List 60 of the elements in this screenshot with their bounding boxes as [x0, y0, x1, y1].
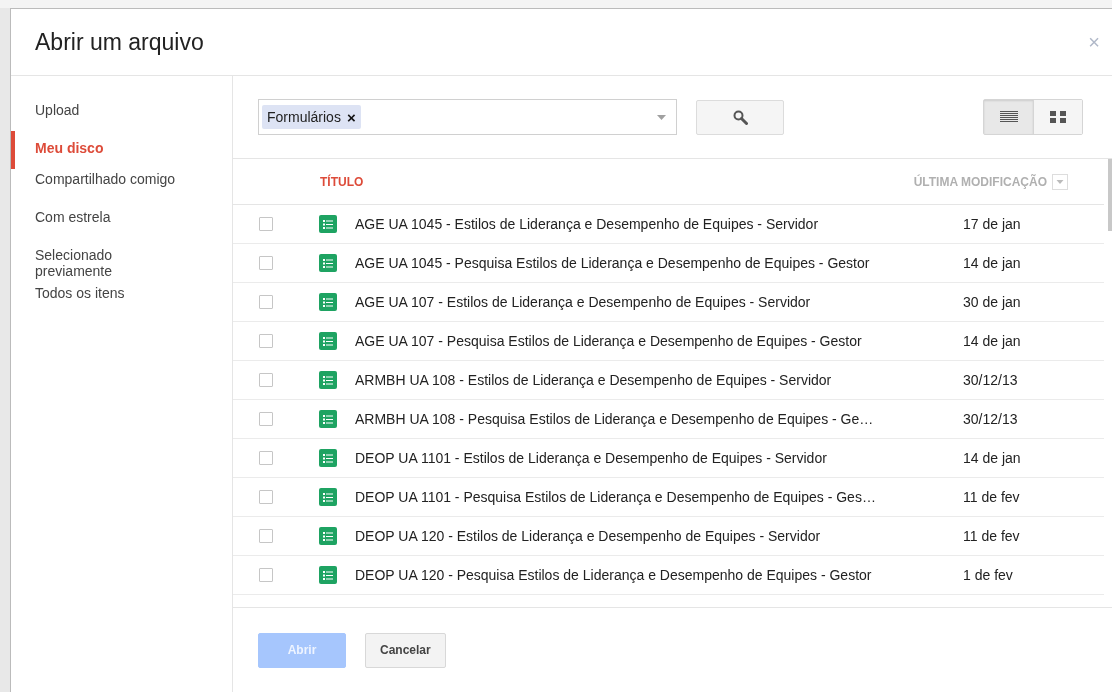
search-field[interactable]: Formulários ×: [258, 99, 677, 135]
form-file-icon: [319, 293, 337, 311]
modified-date: 14 de jan: [963, 333, 1021, 349]
checkbox[interactable]: [259, 412, 273, 426]
list-view-button[interactable]: [984, 100, 1033, 134]
checkbox[interactable]: [259, 295, 273, 309]
form-file-icon: [319, 371, 337, 389]
list-icon: [999, 111, 1018, 123]
remove-chip-button[interactable]: ×: [346, 109, 356, 125]
modified-date: 11 de fev: [963, 528, 1020, 544]
checkbox[interactable]: [259, 490, 273, 504]
file-title[interactable]: DEOP UA 120 - Estilos de Liderança e Desempenho de Equipes - Servidor: [355, 528, 955, 544]
scrollbar[interactable]: [1108, 159, 1112, 231]
file-title[interactable]: DEOP UA 1101 - Pesquisa Estilos de Liderança e Desempenho de Equipes - Ges…: [355, 489, 955, 505]
checkbox[interactable]: [259, 568, 273, 582]
modified-date: 30/12/13: [963, 411, 1018, 427]
dialog-title: Abrir um arquivo: [35, 28, 204, 56]
file-title[interactable]: DEOP UA 1101 - Estilos de Liderança e Desempenho de Equipes - Servidor: [355, 450, 955, 466]
sidebar-item[interactable]: Meu disco: [11, 131, 211, 169]
search-button[interactable]: [696, 99, 784, 135]
modified-date: 11 de fev: [963, 489, 1020, 505]
file-title[interactable]: AGE UA 1045 - Pesquisa Estilos de Liderança e Desempenho de Equipes - Gestor: [355, 255, 955, 271]
form-file-icon: [319, 566, 337, 584]
sidebar-item[interactable]: Com estrela: [11, 207, 211, 245]
form-file-icon: [319, 332, 337, 350]
file-title[interactable]: AGE UA 107 - Pesquisa Estilos de Liderança e Desempenho de Equipes - Gestor: [355, 333, 955, 349]
file-title[interactable]: ARMBH UA 108 - Estilos de Liderança e Desempenho de Equipes - Servidor: [355, 372, 955, 388]
sidebar-item[interactable]: Todos os itens: [11, 283, 211, 321]
modified-date: 14 de jan: [963, 450, 1021, 466]
form-file-icon: [319, 527, 337, 545]
cancel-button[interactable]: Cancelar: [365, 632, 446, 668]
filter-chip: Formulários ×: [262, 105, 361, 129]
checkbox[interactable]: [259, 373, 273, 387]
form-file-icon: [319, 449, 337, 467]
modified-date: 17 de jan: [963, 216, 1021, 232]
modified-date: 30 de jan: [963, 294, 1021, 310]
form-file-icon: [319, 410, 337, 428]
form-file-icon: [319, 488, 337, 506]
caret-icon: [657, 114, 666, 120]
grid-icon: [1050, 111, 1066, 123]
sidebar-item[interactable]: Compartilhado comigo: [11, 169, 211, 207]
checkbox[interactable]: [259, 529, 273, 543]
modified-date: 1 de fev: [963, 567, 1013, 583]
modified-date: 30/12/13: [963, 372, 1018, 388]
modified-date: 14 de jan: [963, 255, 1021, 271]
file-title[interactable]: ARMBH UA 108 - Pesquisa Estilos de Liderança e Desempenho de Equipes - Ge…: [355, 411, 955, 427]
form-file-icon: [319, 215, 337, 233]
column-header[interactable]: TÍTULO: [320, 174, 364, 189]
checkbox[interactable]: [259, 451, 273, 465]
file-title[interactable]: AGE UA 107 - Estilos de Liderança e Desempenho de Equipes - Servidor: [355, 294, 955, 310]
sidebar-item[interactable]: Selecionado previamente: [11, 245, 211, 283]
file-title[interactable]: DEOP UA 120 - Pesquisa Estilos de Liderança e Desempenho de Equipes - Gestor: [355, 567, 955, 583]
grid-view-button[interactable]: [1033, 100, 1082, 134]
search-icon: [732, 109, 748, 125]
checkbox[interactable]: [259, 217, 273, 231]
form-file-icon: [319, 254, 337, 272]
checkbox[interactable]: [259, 334, 273, 348]
file-title[interactable]: AGE UA 1045 - Estilos de Liderança e Desempenho de Equipes - Servidor: [355, 216, 955, 232]
sort-menu-icon[interactable]: [1052, 173, 1068, 190]
checkbox[interactable]: [259, 256, 273, 270]
